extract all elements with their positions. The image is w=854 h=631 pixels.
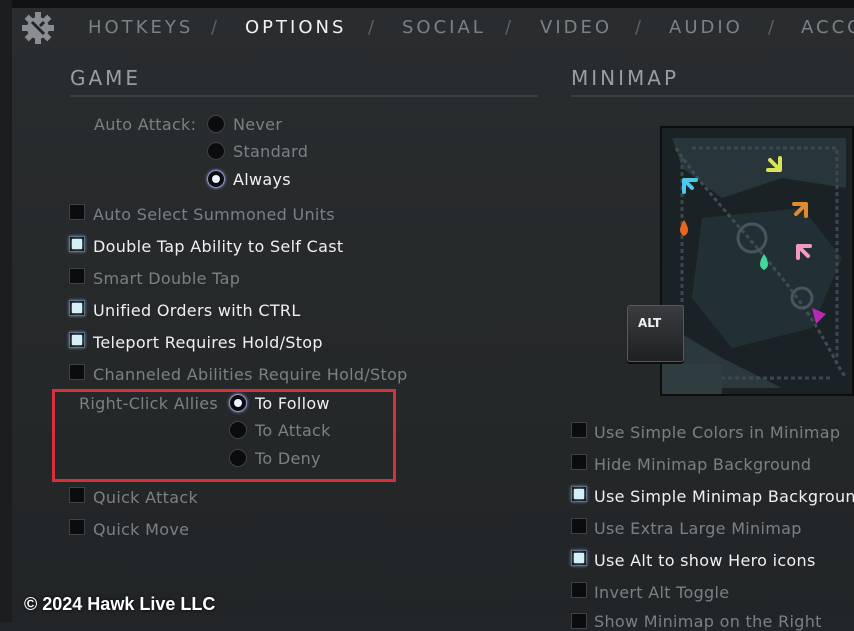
- alt-hero-icons-label[interactable]: Use Alt to show Hero icons: [594, 551, 816, 570]
- simple-colors-minimap-label[interactable]: Use Simple Colors in Minimap: [594, 423, 840, 442]
- channeled-hold-stop-checkbox[interactable]: [69, 364, 85, 380]
- tab-social[interactable]: SOCIAL: [402, 17, 486, 38]
- smart-double-tap-label[interactable]: Smart Double Tap: [93, 269, 240, 288]
- tab-separator: /: [505, 17, 512, 38]
- top-edge: [0, 0, 854, 8]
- double-tap-self-cast-checkbox[interactable]: [69, 236, 85, 252]
- smart-double-tap-checkbox[interactable]: [69, 268, 85, 284]
- double-tap-self-cast-label[interactable]: Double Tap Ability to Self Cast: [93, 237, 343, 256]
- highlight-box: [52, 389, 396, 482]
- tab-separator: /: [635, 17, 642, 38]
- unified-orders-checkbox[interactable]: [69, 300, 85, 316]
- tab-separator: /: [211, 17, 218, 38]
- hide-minimap-background-label[interactable]: Hide Minimap Background: [594, 455, 811, 474]
- minimap-preview: [660, 126, 854, 396]
- game-section-divider: [70, 95, 538, 97]
- auto-attack-always-radio[interactable]: [207, 170, 225, 188]
- auto-attack-always-label[interactable]: Always: [233, 170, 291, 189]
- left-edge: [0, 0, 12, 622]
- alt-key-label: ALT: [638, 316, 662, 330]
- minimap-section-title: MINIMAP: [571, 66, 680, 90]
- unified-orders-label[interactable]: Unified Orders with CTRL: [93, 301, 301, 320]
- auto-select-summoned-checkbox[interactable]: [69, 204, 85, 220]
- simple-colors-minimap-checkbox[interactable]: [571, 422, 587, 438]
- invert-alt-toggle-checkbox[interactable]: [571, 582, 587, 598]
- minimap-map-image: [662, 128, 852, 394]
- settings-gear-icon[interactable]: [20, 10, 56, 46]
- quick-move-label[interactable]: Quick Move: [93, 520, 189, 539]
- minimap-section-divider: [571, 95, 854, 97]
- hide-minimap-background-checkbox[interactable]: [571, 454, 587, 470]
- auto-attack-standard-radio[interactable]: [207, 142, 225, 160]
- alt-key-icon: ALT: [627, 305, 684, 362]
- tab-audio[interactable]: AUDIO: [669, 17, 743, 38]
- auto-attack-label: Auto Attack:: [94, 115, 197, 134]
- tab-hotkeys[interactable]: HOTKEYS: [88, 17, 193, 38]
- invert-alt-toggle-label[interactable]: Invert Alt Toggle: [594, 583, 729, 602]
- minimap-right-checkbox[interactable]: [571, 613, 587, 629]
- auto-attack-standard-label[interactable]: Standard: [233, 142, 308, 161]
- tab-options[interactable]: OPTIONS: [245, 17, 346, 38]
- auto-attack-never-radio[interactable]: [207, 115, 225, 133]
- tab-separator: /: [768, 17, 775, 38]
- teleport-hold-stop-checkbox[interactable]: [69, 332, 85, 348]
- quick-attack-checkbox[interactable]: [69, 487, 85, 503]
- extra-large-minimap-checkbox[interactable]: [571, 518, 587, 534]
- simple-minimap-background-label[interactable]: Use Simple Minimap Background: [594, 487, 854, 506]
- auto-select-summoned-label[interactable]: Auto Select Summoned Units: [93, 205, 335, 224]
- teleport-hold-stop-label[interactable]: Teleport Requires Hold/Stop: [93, 333, 323, 352]
- auto-attack-never-label[interactable]: Never: [233, 115, 282, 134]
- quick-move-checkbox[interactable]: [69, 519, 85, 535]
- quick-attack-label[interactable]: Quick Attack: [93, 488, 198, 507]
- copyright-watermark: © 2024 Hawk Live LLC: [24, 594, 216, 614]
- tab-video[interactable]: VIDEO: [540, 17, 612, 38]
- simple-minimap-background-checkbox[interactable]: [571, 486, 587, 502]
- tab-account[interactable]: ACCO: [801, 17, 854, 38]
- extra-large-minimap-label[interactable]: Use Extra Large Minimap: [594, 519, 802, 538]
- alt-hero-icons-checkbox[interactable]: [571, 550, 587, 566]
- game-section-title: GAME: [70, 66, 142, 90]
- channeled-hold-stop-label[interactable]: Channeled Abilities Require Hold/Stop: [93, 365, 408, 384]
- tab-separator: /: [368, 17, 375, 38]
